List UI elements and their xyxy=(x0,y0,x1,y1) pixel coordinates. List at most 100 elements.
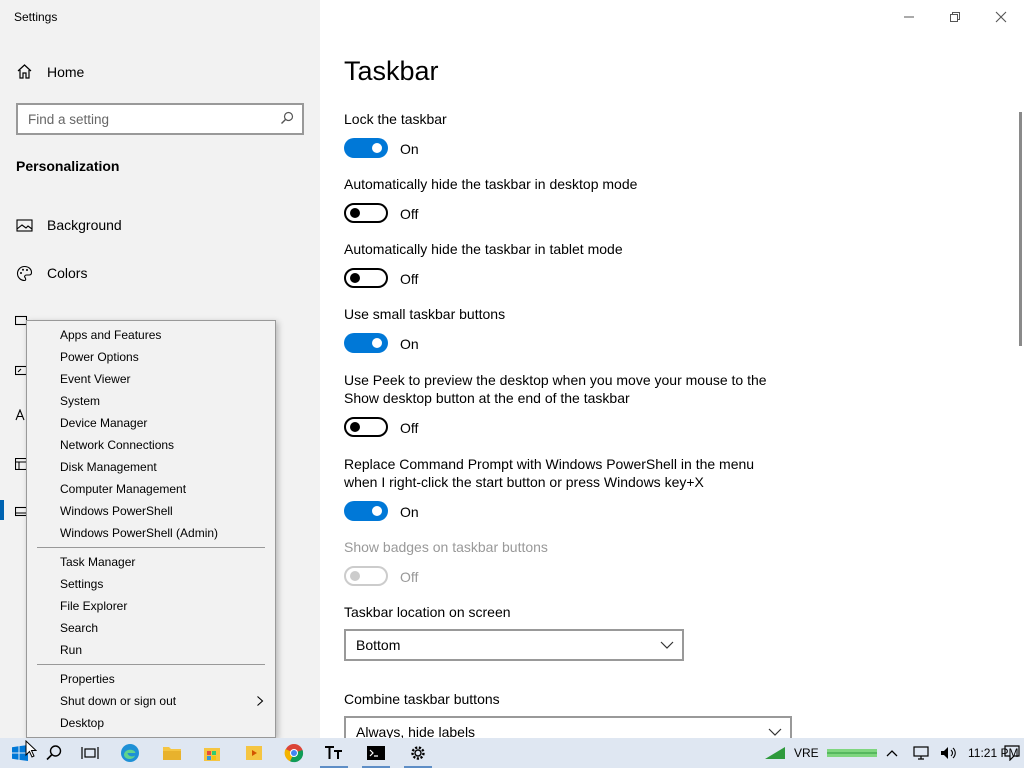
powershell-label: Replace Command Prompt with Windows Powe… xyxy=(344,456,755,490)
toggle-knob xyxy=(350,273,360,283)
menu-item-disk-management[interactable]: Disk Management xyxy=(60,458,270,476)
notifications-button[interactable] xyxy=(1000,738,1024,768)
command-prompt-app-button[interactable] xyxy=(356,738,396,768)
menu-item-device-manager[interactable]: Device Manager xyxy=(60,414,270,432)
signal-icon xyxy=(765,747,785,759)
chrome-app-button[interactable] xyxy=(274,738,314,768)
scrollbar[interactable] xyxy=(1019,112,1022,346)
location-label: Taskbar location on screen xyxy=(344,604,511,620)
badges-toggle xyxy=(344,566,388,586)
toggle-state: On xyxy=(400,141,419,157)
toggle-knob xyxy=(372,338,382,348)
menu-item-task-manager[interactable]: Task Manager xyxy=(60,553,270,571)
sidebar-item-background[interactable]: Background xyxy=(16,215,122,235)
peek-toggle[interactable] xyxy=(344,417,388,437)
chevron-down-icon xyxy=(768,728,782,736)
menu-separator xyxy=(37,664,265,665)
toggle-knob xyxy=(350,571,360,581)
close-button[interactable] xyxy=(978,6,1024,28)
lock-taskbar-toggle[interactable] xyxy=(344,138,388,158)
small-buttons-toggle[interactable] xyxy=(344,333,388,353)
tray-label[interactable]: VRE xyxy=(794,738,819,768)
menu-item-desktop[interactable]: Desktop xyxy=(60,714,270,732)
sidebar-item-label: Background xyxy=(47,217,122,233)
menu-item-properties[interactable]: Properties xyxy=(60,670,270,688)
menu-item-search[interactable]: Search xyxy=(60,619,270,637)
search-button[interactable] xyxy=(34,738,74,768)
menu-item-run[interactable]: Run xyxy=(60,641,270,659)
chevron-down-icon xyxy=(660,641,674,649)
menu-item-file-explorer[interactable]: File Explorer xyxy=(60,597,270,615)
text-tool-icon xyxy=(325,746,342,759)
volume-button[interactable] xyxy=(936,738,962,768)
menu-item-windows-powershell[interactable]: Windows PowerShell xyxy=(60,502,270,520)
toggle-state: Off xyxy=(400,206,419,222)
toggle-state: Off xyxy=(400,271,419,287)
store-app-button[interactable] xyxy=(192,738,232,768)
settings-app-button[interactable] xyxy=(398,738,438,768)
network-button[interactable] xyxy=(908,738,934,768)
menu-item-computer-management[interactable]: Computer Management xyxy=(60,480,270,498)
toggle-knob xyxy=(372,143,382,153)
folder-icon xyxy=(163,747,181,760)
font-app-button[interactable] xyxy=(314,738,354,768)
autohide-desktop-label: Automatically hide the taskbar in deskto… xyxy=(344,176,638,192)
menu-item-event-viewer[interactable]: Event Viewer xyxy=(60,370,270,388)
menu-separator xyxy=(37,547,265,548)
restore-button[interactable] xyxy=(932,6,978,28)
autohide-desktop-toggle[interactable] xyxy=(344,203,388,223)
menu-item-network-connections[interactable]: Network Connections xyxy=(60,436,270,454)
home-nav-item[interactable]: Home xyxy=(16,63,84,80)
network-status-button[interactable] xyxy=(760,738,790,768)
sidebar-item-label: Colors xyxy=(47,265,88,281)
edge-icon xyxy=(121,744,139,762)
taskbar-settings-page: Taskbar Lock the taskbar On Automaticall… xyxy=(320,0,1024,748)
home-label: Home xyxy=(47,63,85,80)
console-icon xyxy=(367,746,385,760)
menu-item-settings[interactable]: Settings xyxy=(60,575,270,593)
file-explorer-app-button[interactable] xyxy=(152,738,192,768)
tray-indicator[interactable] xyxy=(824,738,880,768)
badges-label: Show badges on taskbar buttons xyxy=(344,539,548,555)
search-input[interactable] xyxy=(18,105,268,133)
toggle-knob xyxy=(372,506,382,516)
task-view-icon xyxy=(81,747,99,759)
media-app-button[interactable] xyxy=(234,738,274,768)
location-dropdown[interactable]: Bottom xyxy=(344,629,684,661)
restore-icon xyxy=(950,12,960,22)
home-icon xyxy=(17,64,32,79)
chevron-right-icon xyxy=(257,696,264,706)
menu-item-power-options[interactable]: Power Options xyxy=(60,348,270,366)
toggle-state: On xyxy=(400,336,419,352)
close-icon xyxy=(995,11,1007,23)
show-hidden-icons-button[interactable] xyxy=(880,738,904,768)
sidebar-item-colors[interactable]: Colors xyxy=(16,263,87,283)
toggle-state: Off xyxy=(400,420,419,436)
autohide-tablet-label: Automatically hide the taskbar in tablet… xyxy=(344,241,623,257)
search-icon xyxy=(46,745,62,761)
search-box[interactable] xyxy=(16,103,304,135)
lock-taskbar-label: Lock the taskbar xyxy=(344,111,447,127)
minimize-icon xyxy=(904,16,914,18)
edge-app-button[interactable] xyxy=(110,738,150,768)
small-buttons-label: Use small taskbar buttons xyxy=(344,306,506,322)
menu-item-windows-powershell-admin[interactable]: Windows PowerShell (Admin) xyxy=(60,524,270,542)
mouse-cursor-icon xyxy=(25,740,37,758)
minimize-button[interactable] xyxy=(886,6,932,28)
autohide-tablet-toggle[interactable] xyxy=(344,268,388,288)
dropdown-value: Bottom xyxy=(356,637,401,653)
task-view-button[interactable] xyxy=(70,738,110,768)
store-icon xyxy=(204,748,220,761)
search-icon[interactable] xyxy=(280,111,294,125)
app-title: Settings xyxy=(14,10,58,24)
winx-context-menu: Apps and Features Power Options Event Vi… xyxy=(26,320,276,738)
menu-item-shut-down-or-sign-out[interactable]: Shut down or sign out xyxy=(60,692,270,710)
network-icon xyxy=(913,746,929,760)
powershell-toggle[interactable] xyxy=(344,501,388,521)
chrome-icon xyxy=(284,744,304,763)
section-heading: Personalization xyxy=(16,158,120,174)
menu-item-label: Shut down or sign out xyxy=(60,694,177,708)
menu-item-system[interactable]: System xyxy=(60,392,270,410)
menu-item-apps-and-features[interactable]: Apps and Features xyxy=(60,326,270,344)
combine-label: Combine taskbar buttons xyxy=(344,691,500,707)
